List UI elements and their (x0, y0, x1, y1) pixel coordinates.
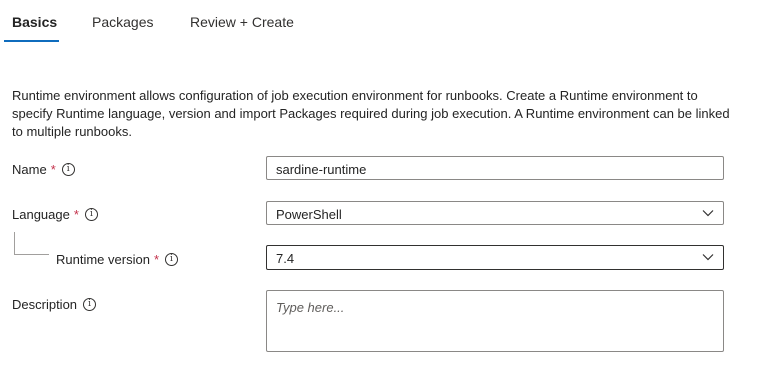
language-dropdown-value: PowerShell (276, 207, 342, 222)
required-marker: * (153, 252, 159, 267)
language-label-row: Language * i (12, 207, 98, 222)
info-icon[interactable]: i (84, 208, 98, 221)
name-label: Name (12, 162, 47, 177)
active-tab-indicator (4, 40, 59, 42)
info-icon[interactable]: i (165, 253, 178, 266)
description-label: Description (12, 297, 78, 312)
runtime-version-dropdown[interactable]: 7.4 (266, 245, 724, 270)
runtime-version-dropdown-value: 7.4 (276, 251, 295, 266)
intro-description: Runtime environment allows configuration… (12, 88, 730, 139)
runtime-version-label: Runtime version (56, 252, 150, 267)
name-input-value: sardine-runtime (276, 162, 367, 177)
info-icon[interactable]: i (61, 163, 75, 176)
tab-packages[interactable]: Packages (92, 14, 153, 30)
chevron-down-icon (702, 210, 714, 217)
tab-basics[interactable]: Basics (12, 14, 57, 30)
language-label: Language (12, 207, 70, 222)
description-placeholder: Type here... (276, 300, 345, 315)
runtime-version-label-row: Runtime version * i (56, 252, 178, 267)
required-marker: * (73, 207, 79, 222)
tree-connector (14, 232, 49, 255)
tab-review-create[interactable]: Review + Create (190, 14, 294, 30)
description-label-row: Description i (12, 297, 97, 312)
description-textarea[interactable]: Type here... (266, 290, 724, 352)
name-input[interactable]: sardine-runtime (266, 156, 724, 180)
required-marker: * (50, 162, 56, 177)
tab-bar: Basics Packages Review + Create (0, 0, 768, 44)
name-label-row: Name * i (12, 162, 75, 177)
chevron-down-icon (702, 254, 714, 261)
language-dropdown[interactable]: PowerShell (266, 201, 724, 225)
info-icon[interactable]: i (83, 298, 97, 311)
